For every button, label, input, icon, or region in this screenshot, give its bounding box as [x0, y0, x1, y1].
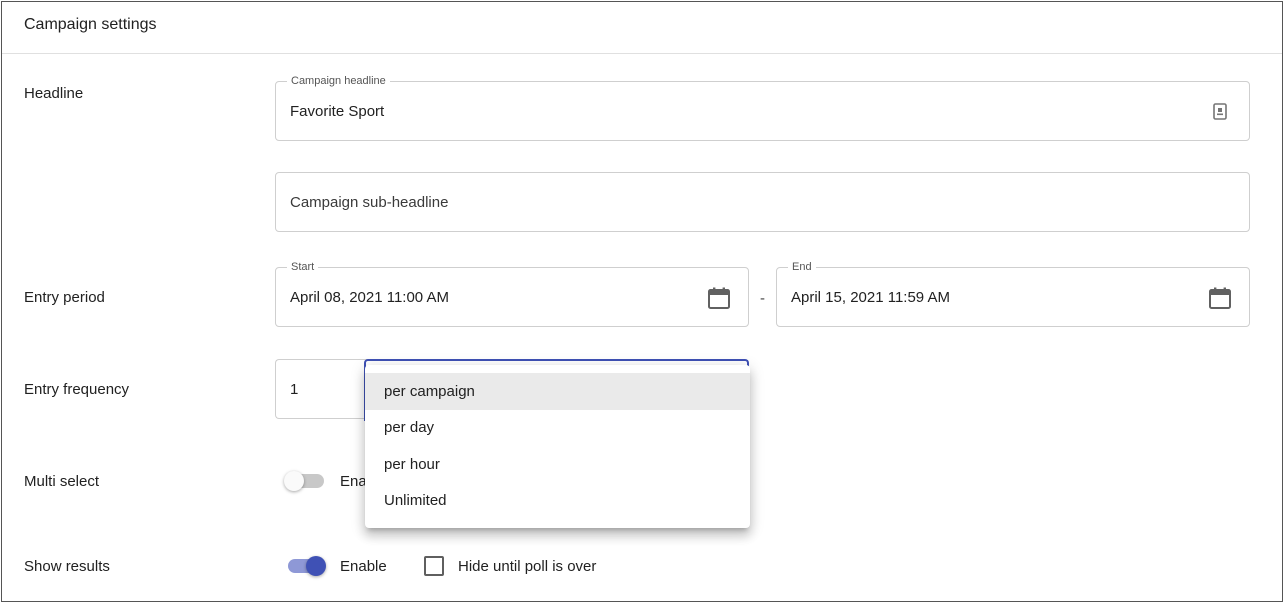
campaign-sub-headline-placeholder: Campaign sub-headline	[290, 193, 449, 211]
multi-select-toggle-label: Ena	[340, 473, 367, 490]
start-date-value: April 08, 2021 11:00 AM	[290, 288, 449, 306]
date-range-separator: -	[760, 290, 765, 307]
toggle-thumb	[306, 556, 326, 576]
start-date-field[interactable]: Start April 08, 2021 11:00 AM	[275, 260, 749, 327]
headline-label: Headline	[24, 85, 84, 102]
hide-until-poll-over-label: Hide until poll is over	[458, 558, 597, 575]
campaign-sub-headline-field[interactable]: Campaign sub-headline	[275, 172, 1250, 232]
entry-count-value: 1	[290, 380, 299, 398]
show-results-label: Show results	[24, 558, 110, 575]
calendar-icon[interactable]	[706, 285, 732, 311]
text-snippet-icon	[1211, 102, 1229, 120]
end-date-value: April 15, 2021 11:59 AM	[791, 288, 950, 306]
end-date-field[interactable]: End April 15, 2021 11:59 AM	[776, 260, 1250, 327]
calendar-icon[interactable]	[1207, 285, 1233, 311]
hide-until-poll-over-checkbox[interactable]	[424, 556, 444, 576]
entry-frequency-label: Entry frequency	[24, 381, 130, 398]
frequency-dropdown-menu: per campaign per day per hour Unlimited	[365, 365, 750, 528]
dropdown-option-per-campaign[interactable]: per campaign	[365, 373, 750, 410]
toggle-thumb	[284, 471, 304, 491]
show-results-toggle-label: Enable	[340, 558, 387, 575]
page-title: Campaign settings	[24, 16, 157, 33]
campaign-headline-value: Favorite Sport	[290, 102, 385, 120]
dropdown-option-per-day[interactable]: per day	[365, 410, 750, 447]
show-results-toggle[interactable]	[284, 554, 326, 578]
entry-period-label: Entry period	[24, 289, 105, 306]
dropdown-option-unlimited[interactable]: Unlimited	[365, 483, 750, 520]
dropdown-option-per-hour[interactable]: per hour	[365, 446, 750, 483]
entry-count-field[interactable]: 1	[275, 359, 375, 419]
campaign-settings-panel: Campaign settings Headline Campaign head…	[1, 1, 1283, 602]
panel-header: Campaign settings	[2, 2, 1282, 54]
multi-select-toggle[interactable]	[284, 469, 326, 493]
multi-select-label: Multi select	[24, 473, 100, 490]
campaign-headline-field[interactable]: Campaign headline Favorite Sport	[275, 74, 1250, 141]
